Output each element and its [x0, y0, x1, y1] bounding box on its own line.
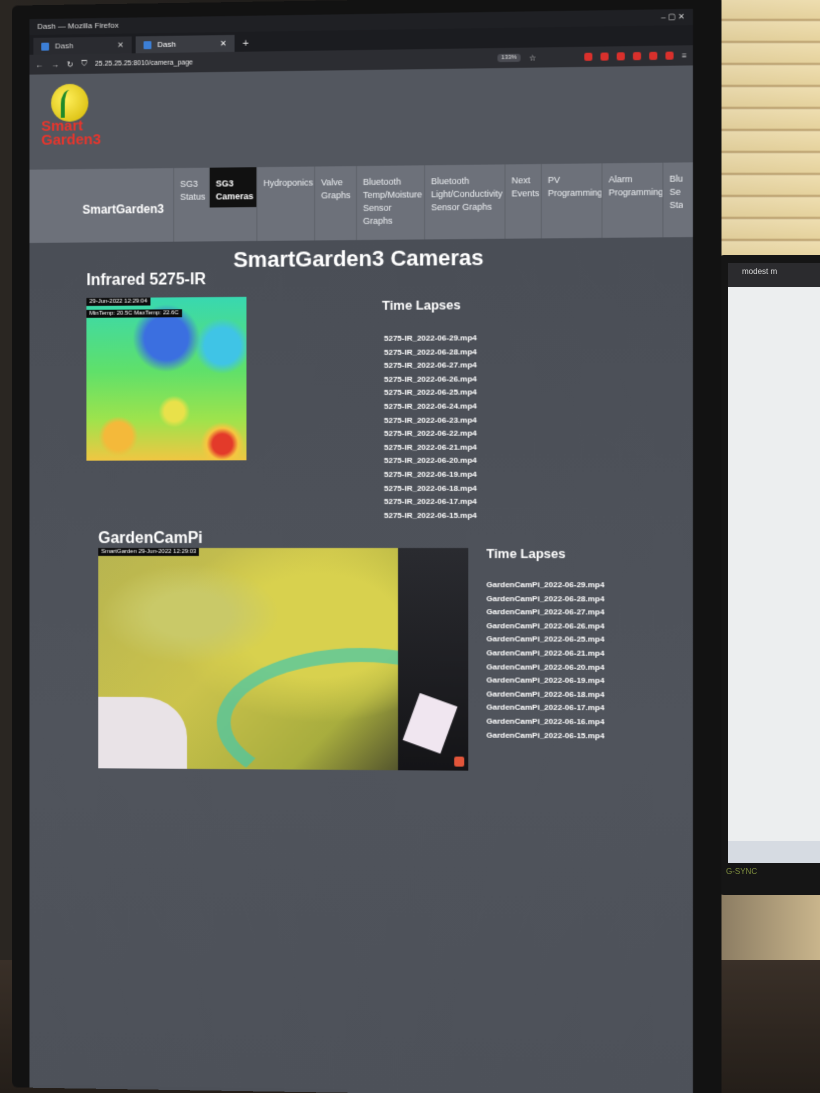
extension-icon[interactable] [584, 52, 593, 61]
close-tab-icon[interactable]: ✕ [220, 39, 227, 48]
timelapse-link[interactable]: 5275-IR_2022-06-21.mp4 [384, 442, 477, 456]
close-tab-icon[interactable]: ✕ [117, 41, 124, 50]
nav-sg3-cameras[interactable]: SG3 Cameras [208, 167, 257, 208]
timelapse-link[interactable]: 5275-IR_2022-06-24.mp4 [384, 401, 477, 415]
site-header: Smart Garden3 [29, 65, 693, 170]
reload-icon[interactable]: ↻ [67, 60, 74, 69]
ir-camera-image[interactable]: 29-Jun-2022 12:29:04 MinTemp: 20.5C MaxT… [86, 296, 247, 461]
nav-pv-programming[interactable]: PV Programming [540, 163, 603, 239]
browser-tab-1[interactable]: Dash ✕ [33, 36, 132, 55]
logo-sprout-icon [60, 89, 79, 118]
extension-icon[interactable] [600, 52, 609, 61]
bookmark-star-icon[interactable]: ☆ [529, 53, 536, 62]
pi-timelapse-list: GardenCamPi_2022-06-29.mp4 GardenCamPi_20… [486, 580, 604, 744]
nav-sg3-status[interactable]: SG3 Status [173, 167, 209, 242]
window-controls[interactable]: – ▢ ✕ [661, 12, 685, 22]
timelapse-link[interactable]: 5275-IR_2022-06-15.mp4 [384, 511, 477, 525]
ir-camera-title: Infrared 5275-IR [86, 271, 206, 290]
timelapse-link[interactable]: GardenCamPi_2022-06-26.mp4 [486, 621, 604, 635]
back-icon[interactable]: ← [35, 60, 43, 69]
timelapse-link[interactable]: GardenCamPi_2022-06-20.mp4 [486, 662, 604, 676]
camera-content: SmartGarden3 Cameras Infrared 5275-IR 29… [29, 237, 693, 1093]
timelapse-link[interactable]: 5275-IR_2022-06-28.mp4 [384, 347, 477, 361]
forward-icon[interactable]: → [51, 60, 59, 69]
extension-icon[interactable] [617, 52, 626, 61]
pi-camera-title: GardenCamPi [98, 530, 203, 547]
timelapse-link[interactable]: GardenCamPi_2022-06-28.mp4 [486, 594, 604, 608]
page-title: SmartGarden3 Cameras [233, 244, 484, 273]
nav-brand[interactable]: SmartGarden3 [82, 168, 173, 242]
timelapse-link[interactable]: 5275-IR_2022-06-19.mp4 [384, 470, 477, 484]
timelapse-link[interactable]: 5275-IR_2022-06-17.mp4 [384, 497, 477, 511]
dash-favicon-icon [143, 40, 152, 49]
web-page: Smart Garden3 SmartGarden3 SG3 Status SG… [29, 65, 693, 1093]
smartgarden-logo[interactable]: Smart Garden3 [41, 83, 102, 154]
browser-tab-2[interactable]: Dash ✕ [135, 34, 235, 54]
pi-timelapse-title: Time Lapses [486, 545, 566, 562]
timelapse-link[interactable]: GardenCamPi_2022-06-29.mp4 [486, 580, 604, 594]
timelapse-link[interactable]: 5275-IR_2022-06-23.mp4 [384, 415, 477, 429]
pi-overlay-date: SmartGarden 29-Jun-2022 12:29:03 [98, 547, 200, 556]
address-input[interactable]: 25.25.25.25:8010/camera_page [95, 57, 353, 67]
rss-icon [454, 756, 465, 767]
nav-next-events[interactable]: Next Events [504, 164, 541, 239]
nav-hydroponics[interactable]: Hydroponics [256, 166, 315, 241]
timelapse-link[interactable]: GardenCamPi_2022-06-18.mp4 [486, 689, 604, 703]
pi-camera-image[interactable]: SmartGarden 29-Jun-2022 12:29:03 [98, 547, 469, 771]
side-monitor-screen: modest m [728, 263, 820, 863]
timelapse-link[interactable]: GardenCamPi_2022-06-15.mp4 [486, 730, 604, 744]
timelapse-link[interactable]: GardenCamPi_2022-06-16.mp4 [486, 717, 604, 731]
tab-label: Dash [54, 41, 74, 51]
nav-alarm-programming[interactable]: Alarm Programming [601, 162, 663, 238]
pi-scene-white [98, 696, 188, 771]
side-monitor-tab: modest m [728, 263, 820, 287]
site-nav: SmartGarden3 SG3 Status SG3 Cameras Hydr… [29, 162, 693, 243]
zoom-level[interactable]: 133% [497, 53, 521, 63]
monitor-bezel: Dash — Mozilla Firefox – ▢ ✕ Dash ✕ Dash… [11, 0, 722, 1093]
nav-bluetooth-sensor-status[interactable]: Blu Se Sta [662, 162, 683, 238]
ir-timelapse-list: 5275-IR_2022-06-29.mp4 5275-IR_2022-06-28… [384, 333, 477, 524]
timelapse-link[interactable]: GardenCamPi_2022-06-21.mp4 [486, 648, 604, 662]
timelapse-link[interactable]: GardenCamPi_2022-06-17.mp4 [486, 703, 604, 717]
timelapse-link[interactable]: 5275-IR_2022-06-22.mp4 [384, 429, 477, 443]
ir-timelapse-title: Time Lapses [381, 297, 461, 313]
extension-icon[interactable] [665, 51, 674, 60]
timelapse-link[interactable]: 5275-IR_2022-06-26.mp4 [384, 374, 477, 388]
timelapse-link[interactable]: 5275-IR_2022-06-29.mp4 [384, 333, 477, 347]
timelapse-link[interactable]: GardenCamPi_2022-06-19.mp4 [486, 676, 604, 690]
menu-icon[interactable]: ≡ [682, 51, 687, 60]
extension-icon[interactable] [633, 52, 642, 61]
photo-scene: modest m G-SYNC Dash — Mozilla Firefox –… [0, 0, 820, 1093]
timelapse-link[interactable]: 5275-IR_2022-06-18.mp4 [384, 483, 477, 497]
nav-bt-temp-moisture[interactable]: Bluetooth Temp/Moisture Sensor Graphs [356, 165, 425, 241]
timelapse-link[interactable]: GardenCamPi_2022-06-25.mp4 [486, 635, 604, 649]
logo-text: Smart Garden3 [41, 117, 102, 149]
window-title: Dash — Mozilla Firefox [37, 20, 119, 31]
gsync-label: G-SYNC [726, 867, 758, 876]
shield-icon[interactable]: ⛉ [81, 59, 87, 69]
nav-valve-graphs[interactable]: Valve Graphs [314, 166, 357, 241]
ir-overlay-date: 29-Jun-2022 12:29:04 [86, 297, 151, 306]
side-monitor: modest m G-SYNC [718, 255, 820, 895]
ir-overlay-temps: MinTemp: 20.5C MaxTemp: 22.6C [86, 309, 182, 318]
tab-label: Dash [157, 39, 176, 49]
timelapse-link[interactable]: 5275-IR_2022-06-27.mp4 [384, 361, 477, 375]
monitor-screen: Dash — Mozilla Firefox – ▢ ✕ Dash ✕ Dash… [29, 8, 693, 1093]
dash-favicon-icon [41, 42, 50, 51]
timelapse-link[interactable]: GardenCamPi_2022-06-27.mp4 [486, 607, 604, 621]
side-monitor-taskbar [728, 841, 820, 863]
nav-bt-light-conductivity[interactable]: Bluetooth Light/Conductivity Sensor Grap… [424, 164, 505, 240]
extension-icon[interactable] [649, 51, 658, 60]
timelapse-link[interactable]: 5275-IR_2022-06-20.mp4 [384, 456, 477, 470]
timelapse-link[interactable]: 5275-IR_2022-06-25.mp4 [384, 388, 477, 402]
new-tab-button[interactable]: + [239, 38, 253, 52]
